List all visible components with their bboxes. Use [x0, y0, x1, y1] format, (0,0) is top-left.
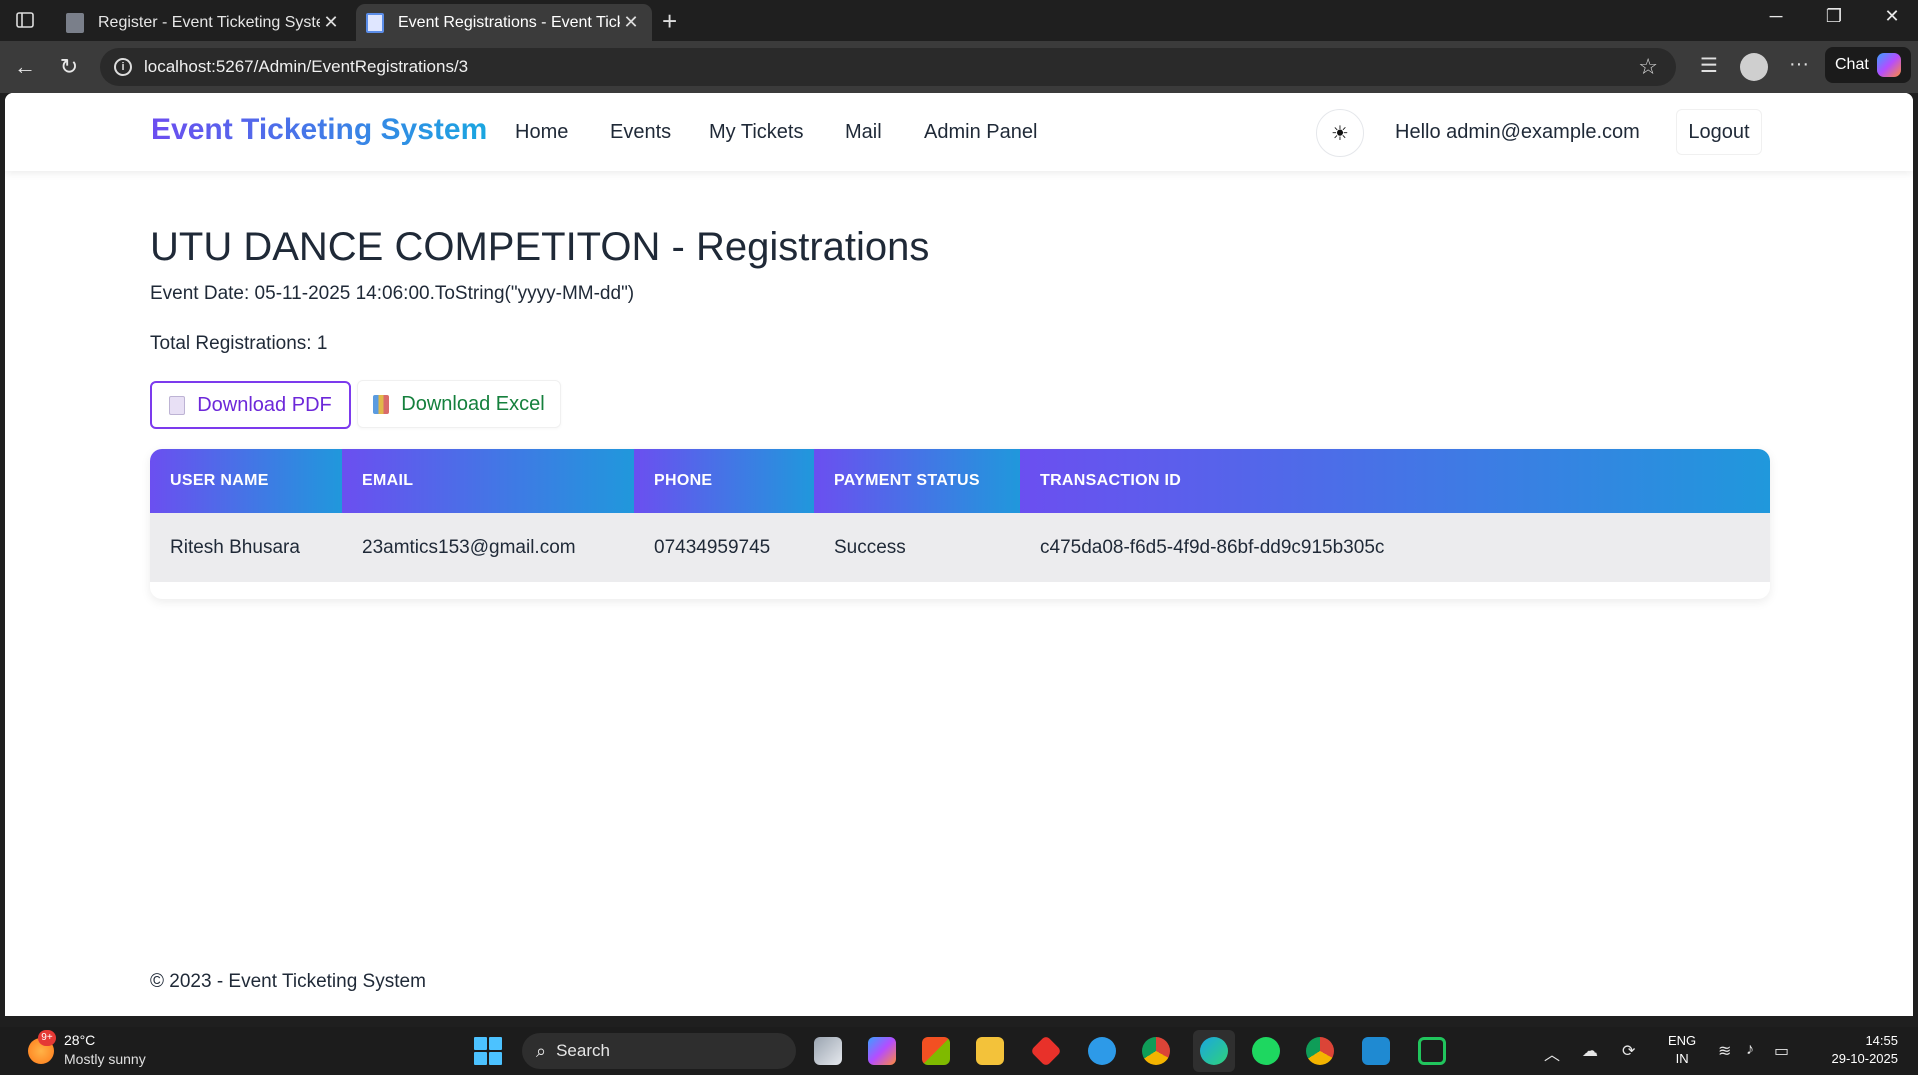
page-footer: © 2023 - Event Ticketing System: [150, 971, 426, 992]
weather-temperature[interactable]: 28°C: [64, 1032, 95, 1048]
table-row: Ritesh Bhusara 23amtics153@gmail.com 074…: [150, 513, 1770, 582]
profile-avatar-icon[interactable]: [1740, 53, 1768, 81]
system-clock[interactable]: 14:55 29-10-2025: [1818, 1032, 1899, 1068]
browser-tab-bar: Register - Event Ticketing System ✕ Even…: [0, 0, 1918, 41]
sync-icon[interactable]: ⟳: [1622, 1041, 1635, 1061]
chrome-icon[interactable]: [1142, 1037, 1170, 1065]
download-excel-label: Download Excel: [401, 392, 545, 415]
weather-condition[interactable]: Mostly sunny: [64, 1051, 146, 1067]
search-icon: ⌕: [536, 1040, 547, 1061]
column-header-email: EMAIL: [342, 449, 634, 513]
more-menu-icon[interactable]: ···: [1784, 53, 1814, 76]
column-header-payment-status: PAYMENT STATUS: [814, 449, 1020, 513]
battery-icon[interactable]: ▭: [1774, 1041, 1789, 1061]
spotify-icon[interactable]: [1252, 1037, 1280, 1065]
terminal-app-icon[interactable]: [1418, 1037, 1446, 1065]
weather-badge: 9+: [38, 1030, 56, 1046]
table-header-row: USER NAME EMAIL PHONE PAYMENT STATUS TRA…: [150, 449, 1770, 513]
cell-user-name: Ritesh Bhusara: [150, 513, 342, 582]
tab-title: Register - Event Ticketing System: [98, 13, 320, 31]
file-explorer-icon[interactable]: [976, 1037, 1004, 1065]
close-window-icon[interactable]: ✕: [1872, 6, 1912, 27]
download-pdf-label: Download PDF: [197, 393, 332, 416]
bar-chart-icon: [373, 394, 390, 414]
chrome-profile-icon[interactable]: [1306, 1037, 1334, 1065]
favorites-list-icon[interactable]: ☰: [1694, 53, 1724, 78]
nav-link-admin-panel[interactable]: Admin Panel: [924, 121, 1037, 144]
restore-icon[interactable]: ❐: [1814, 6, 1854, 27]
url-text: localhost:5267/Admin/EventRegistrations/…: [144, 57, 469, 76]
clock-time: 14:55: [1865, 1033, 1898, 1048]
back-arrow-icon[interactable]: ←: [10, 53, 40, 81]
chat-button[interactable]: Chat: [1825, 47, 1911, 83]
vscode-icon[interactable]: [1362, 1037, 1390, 1065]
tab-register[interactable]: Register - Event Ticketing System ✕: [56, 4, 352, 41]
show-hidden-icons-icon[interactable]: ︿: [1544, 1041, 1560, 1065]
minimize-icon[interactable]: ─: [1756, 6, 1796, 27]
favorite-star-icon[interactable]: ☆: [1638, 54, 1658, 80]
nav-link-my-tickets[interactable]: My Tickets: [709, 121, 803, 144]
page-favicon-icon: [366, 12, 384, 33]
language-region: IN: [1675, 1051, 1689, 1066]
download-pdf-button[interactable]: Download PDF: [150, 381, 351, 429]
column-header-user-name: USER NAME: [150, 449, 342, 513]
copilot-app-icon[interactable]: [868, 1037, 896, 1065]
copilot-icon: [1876, 53, 1901, 77]
user-greeting: Hello admin@example.com: [1395, 121, 1640, 143]
nav-link-events[interactable]: Events: [610, 121, 671, 144]
page-viewport: Event Ticketing System Home Events My Ti…: [5, 93, 1913, 1016]
edge-icon[interactable]: [1200, 1037, 1228, 1065]
language-code: ENG: [1668, 1033, 1697, 1048]
nav-link-home[interactable]: Home: [515, 121, 568, 144]
document-icon: [169, 395, 186, 415]
language-indicator[interactable]: ENG IN: [1668, 1032, 1696, 1068]
download-excel-button[interactable]: Download Excel: [357, 380, 561, 428]
site-navbar: Event Ticketing System Home Events My Ti…: [5, 93, 1913, 171]
column-header-phone: PHONE: [634, 449, 814, 513]
site-info-icon[interactable]: i: [114, 58, 132, 76]
sidebar-toggle-icon[interactable]: [10, 8, 40, 32]
wifi-icon[interactable]: ≋: [1718, 1041, 1731, 1061]
registrations-table: USER NAME EMAIL PHONE PAYMENT STATUS TRA…: [150, 449, 1770, 582]
tab-title: Event Registrations - Event Ticket: [398, 13, 620, 31]
app-diamond-icon[interactable]: [1030, 1035, 1062, 1067]
address-toolbar: ← ↻ i localhost:5267/Admin/EventRegistra…: [0, 41, 1918, 93]
cell-phone: 07434959745: [634, 513, 814, 582]
page-title: UTU DANCE COMPETITON - Registrations: [150, 225, 930, 269]
volume-icon[interactable]: ♪: [1746, 1041, 1754, 1059]
logout-button[interactable]: Logout: [1676, 109, 1762, 155]
search-label: Search: [556, 1041, 610, 1060]
registrations-table-card: USER NAME EMAIL PHONE PAYMENT STATUS TRA…: [150, 449, 1770, 599]
event-date: Event Date: 05-11-2025 14:06:00.ToString…: [150, 283, 635, 304]
windows-taskbar: 9+ 28°C Mostly sunny ⌕ Search ︿ ☁ ⟳ ENG …: [0, 1027, 1918, 1075]
task-view-icon[interactable]: [814, 1037, 842, 1065]
cell-payment-status: Success: [814, 513, 1020, 582]
column-header-transaction-id: TRANSACTION ID: [1020, 449, 1770, 513]
windows-start-icon[interactable]: [474, 1037, 502, 1065]
cell-email: 23amtics153@gmail.com: [342, 513, 634, 582]
chat-label: Chat: [1835, 56, 1869, 73]
cell-transaction-id: c475da08-f6d5-4f9d-86bf-dd9c915b305c: [1020, 513, 1770, 582]
clock-date: 29-10-2025: [1831, 1051, 1899, 1066]
sun-icon: ☀: [1331, 122, 1349, 145]
theme-toggle-button[interactable]: ☀: [1316, 109, 1364, 157]
taskbar-search[interactable]: ⌕ Search: [522, 1033, 796, 1069]
new-tab-icon[interactable]: +: [662, 6, 677, 37]
onedrive-icon[interactable]: ☁: [1582, 1041, 1598, 1061]
close-tab-icon[interactable]: ✕: [320, 12, 342, 33]
reload-icon[interactable]: ↻: [54, 53, 84, 81]
microsoft-store-icon[interactable]: [922, 1037, 950, 1065]
help-app-icon[interactable]: [1088, 1037, 1116, 1065]
total-registrations: Total Registrations: 1: [150, 333, 328, 354]
page-favicon-icon: [66, 12, 84, 33]
close-tab-icon[interactable]: ✕: [620, 12, 642, 33]
url-bar[interactable]: i localhost:5267/Admin/EventRegistration…: [100, 48, 1676, 86]
tab-event-registrations[interactable]: Event Registrations - Event Ticket ✕: [356, 4, 652, 41]
site-brand[interactable]: Event Ticketing System: [151, 113, 487, 147]
nav-link-mail[interactable]: Mail: [845, 121, 882, 144]
